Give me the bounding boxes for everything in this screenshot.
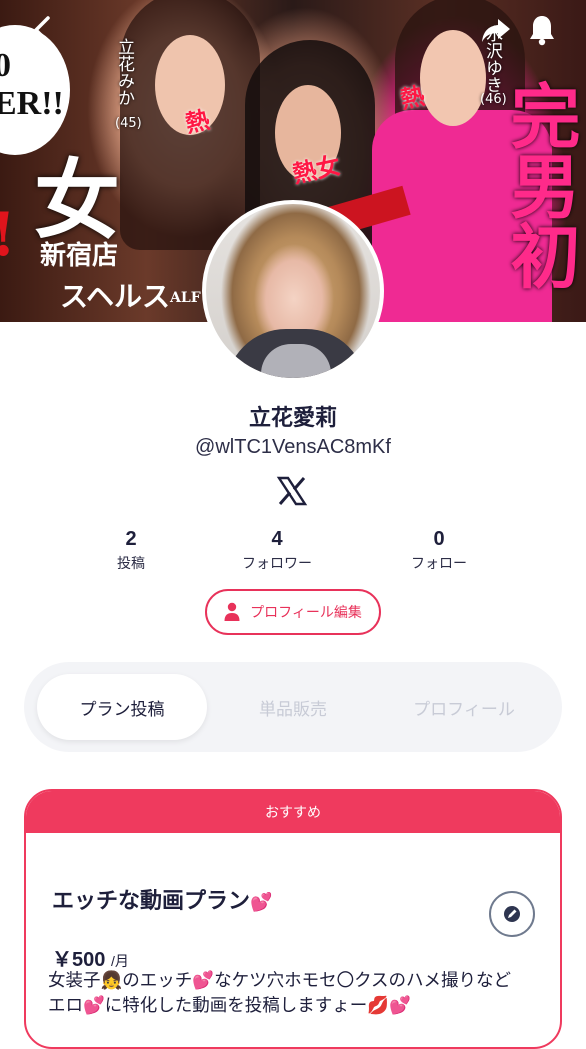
cover-performer-age: (46) bbox=[480, 92, 507, 107]
profile-handle: @wlTC1VensAC8mKf bbox=[195, 436, 391, 458]
plan-title: エッチな動画プラン💕 bbox=[52, 883, 272, 915]
stat-label: 投稿 bbox=[117, 556, 145, 572]
stat-value: 2 bbox=[125, 528, 137, 550]
plan-title-text: エッチな動画プラン bbox=[52, 889, 251, 914]
plan-price: ￥500 /月 bbox=[52, 943, 129, 972]
stat-followers[interactable]: 4 フォロワー bbox=[217, 528, 337, 573]
x-logo-icon bbox=[276, 476, 308, 506]
plan-description: 女装子👧のエッチ💕なケツ穴ホモセ〇クスのハメ撮りなど エロ💕に特化した動画を投稿… bbox=[48, 971, 512, 1016]
content-tabs: プラン投稿 単品販売 プロフィール bbox=[24, 662, 562, 752]
edit-profile-label: プロフィール編集 bbox=[250, 605, 362, 621]
cover-red-mark: ! bbox=[0, 200, 16, 270]
chevron-left-icon bbox=[34, 16, 50, 44]
stat-label: フォロワー bbox=[242, 556, 312, 572]
notification-button[interactable] bbox=[524, 12, 560, 48]
stat-following[interactable]: 0 フォロー bbox=[379, 528, 499, 573]
profile-name: 立花愛莉 bbox=[248, 406, 337, 431]
cover-store-line1: 新宿店 bbox=[40, 241, 119, 271]
plan-price-period: /月 bbox=[110, 953, 129, 969]
cover-big-chars-right: 完男初 bbox=[499, 80, 582, 290]
cover-performer-name: 立花みか bbox=[114, 38, 134, 106]
pencil-icon bbox=[504, 906, 520, 922]
edit-plan-button[interactable] bbox=[489, 891, 535, 937]
share-button[interactable] bbox=[478, 12, 514, 48]
avatar[interactable] bbox=[202, 200, 384, 382]
edit-profile-button[interactable]: プロフィール編集 bbox=[205, 589, 381, 635]
cover-store-line2: スヘルス bbox=[60, 280, 171, 313]
tab-single-sales[interactable]: 単品販売 bbox=[208, 674, 378, 740]
stat-value: 4 bbox=[271, 528, 283, 550]
recommended-badge: おすすめ bbox=[26, 791, 560, 833]
plan-price-value: ￥500 bbox=[52, 949, 106, 971]
plan-card[interactable]: おすすめ エッチな動画プラン💕 ￥500 /月 女装子👧のエッチ💕なケツ穴ホモセ… bbox=[24, 789, 562, 1049]
stat-posts[interactable]: 2 投稿 bbox=[71, 528, 191, 573]
heart-icon: 💕 bbox=[250, 892, 273, 913]
bell-icon bbox=[530, 16, 554, 46]
tab-plan-posts[interactable]: プラン投稿 bbox=[37, 674, 207, 740]
x-social-link[interactable] bbox=[276, 475, 308, 507]
stat-value: 0 bbox=[433, 528, 445, 550]
user-icon bbox=[224, 602, 240, 621]
share-icon bbox=[482, 19, 510, 42]
cover-performer-age: (45) bbox=[115, 116, 142, 131]
stat-label: フォロー bbox=[411, 556, 467, 572]
tab-profile[interactable]: プロフィール bbox=[379, 674, 549, 740]
back-button[interactable] bbox=[24, 12, 60, 48]
